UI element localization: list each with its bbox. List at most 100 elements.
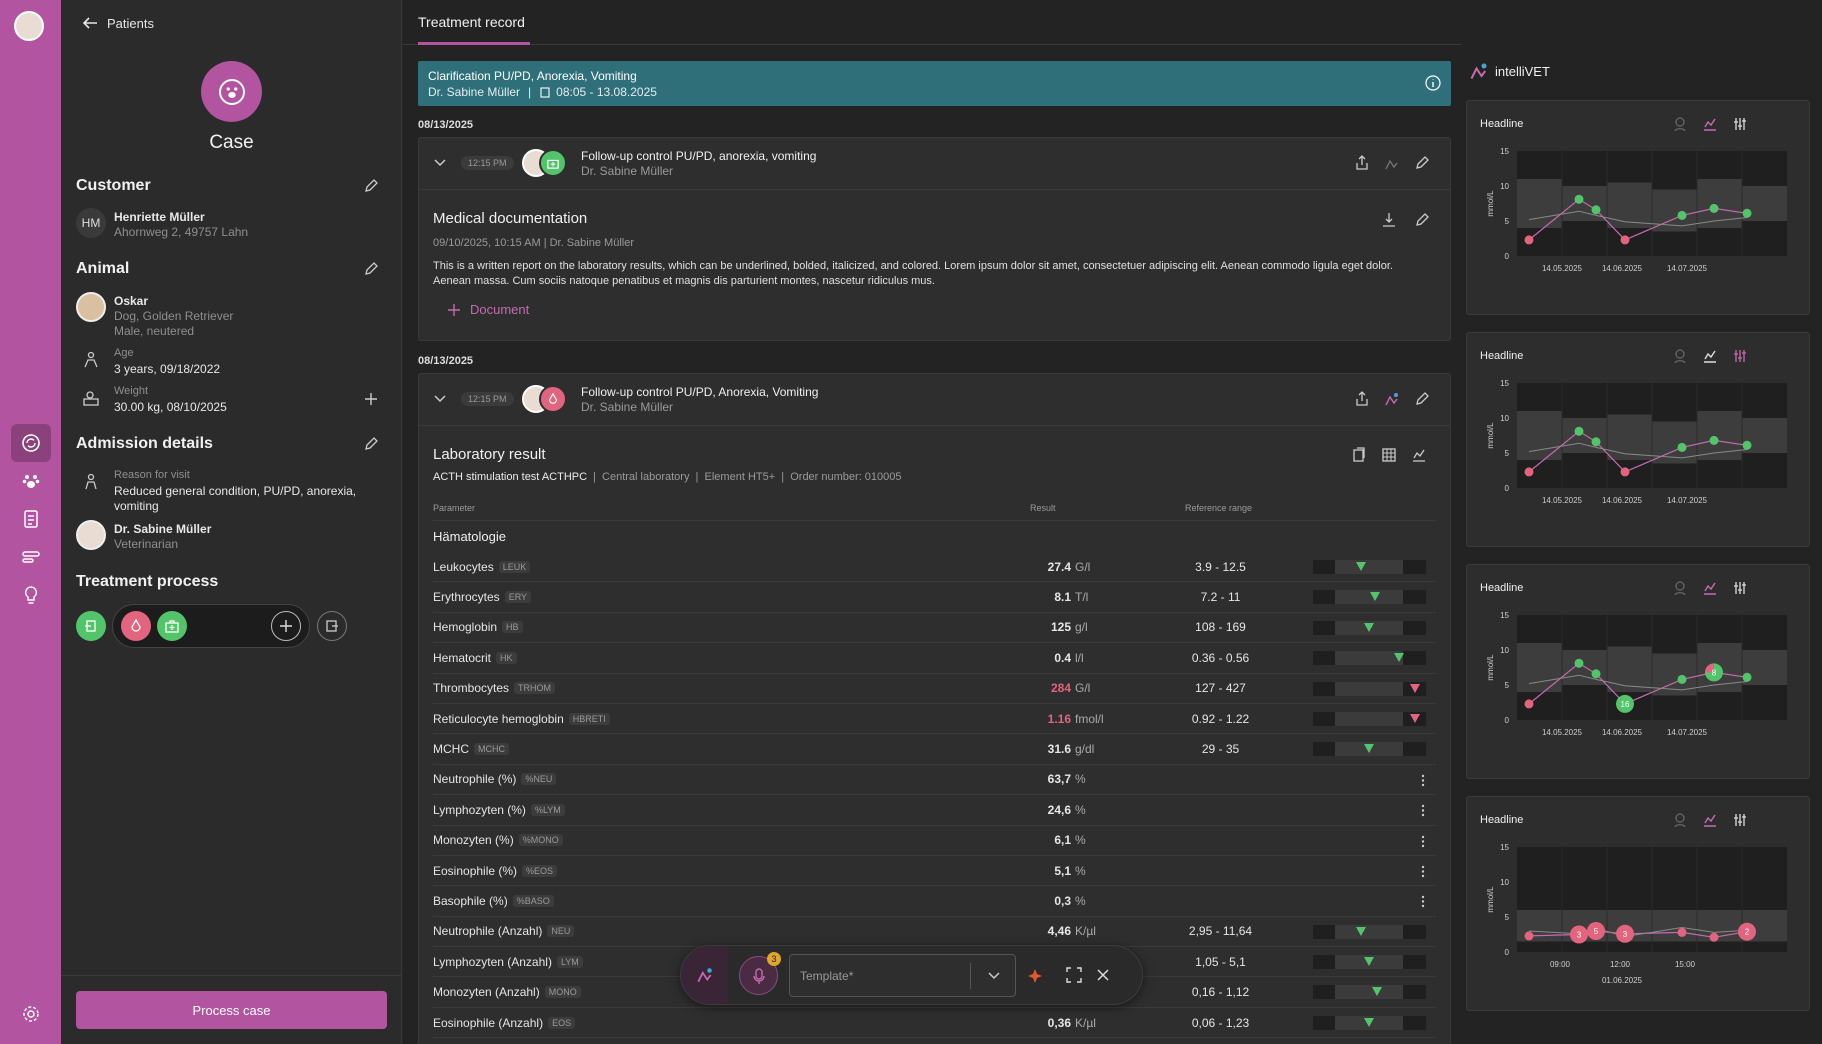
data-point[interactable]	[1591, 437, 1601, 447]
sparkle-icon[interactable]	[1027, 967, 1045, 985]
lab-row[interactable]: Neutrophile (Anzahl) NEU 4,46 K/µl 2,95 - 11…	[433, 917, 1436, 948]
download-icon[interactable]	[1381, 212, 1397, 228]
fullscreen-icon[interactable]	[1066, 967, 1082, 983]
edit-entry-pencil-icon[interactable]	[1414, 155, 1430, 171]
data-point[interactable]: 8	[1705, 663, 1723, 682]
compare-icon[interactable]	[1672, 116, 1688, 132]
close-icon[interactable]	[1096, 968, 1110, 982]
lab-row[interactable]: Thrombocytes TRHOM 284 G/l 127 - 427	[433, 674, 1436, 704]
ai-sign-icon[interactable]	[1384, 391, 1400, 407]
add-document-link[interactable]: Document	[447, 302, 529, 317]
more-vertical-icon[interactable]	[1421, 774, 1425, 787]
record-icon[interactable]	[11, 500, 51, 538]
compare-icon[interactable]	[1672, 812, 1688, 828]
document-copy-icon[interactable]	[1351, 447, 1367, 463]
data-point[interactable]	[1709, 932, 1719, 942]
data-point[interactable]	[1677, 927, 1687, 937]
case-icon[interactable]	[11, 424, 51, 462]
tab-treatment-record[interactable]: Treatment record	[418, 14, 525, 30]
add-step-plus-icon[interactable]	[271, 611, 301, 641]
data-point[interactable]	[1524, 931, 1534, 941]
share-icon[interactable]	[1354, 391, 1370, 407]
lab-row[interactable]: Eosinophile (%) %EOS 5,1%	[433, 856, 1436, 887]
process-case-button[interactable]: Process case	[76, 991, 387, 1029]
chevron-down-icon[interactable]	[433, 158, 447, 168]
data-point[interactable]	[1524, 235, 1534, 245]
more-vertical-icon[interactable]	[1421, 895, 1425, 908]
lab-row[interactable]: Lymphozyten (%) %LYM 24,6%	[433, 795, 1436, 826]
chevron-down-icon[interactable]	[433, 394, 447, 404]
data-point[interactable]	[1709, 435, 1719, 445]
discharge-step-icon[interactable]	[317, 611, 347, 641]
data-point[interactable]	[1574, 658, 1584, 668]
data-point[interactable]	[1677, 674, 1687, 684]
trend-chart-card[interactable]: Headline 0 5 10 15 mmol/L 09:00 12:00 15:00 01.06…	[1466, 796, 1810, 1011]
edit-customer-pencil-icon[interactable]	[363, 178, 379, 194]
lab-row[interactable]: Hematocrit HK 0.4 l/l 0.36 - 0.56	[433, 643, 1436, 674]
data-point[interactable]	[1524, 467, 1534, 477]
compare-icon[interactable]	[1672, 580, 1688, 596]
edit-admission-pencil-icon[interactable]	[363, 436, 379, 452]
entry-header[interactable]: 12:15 PM Follow-up control PU/PD, Anorex…	[419, 374, 1450, 426]
data-point[interactable]	[1591, 205, 1601, 215]
data-point[interactable]	[1524, 699, 1534, 709]
adjust-icon[interactable]	[1732, 116, 1748, 132]
process-step-treatment[interactable]	[157, 611, 187, 641]
data-point[interactable]	[1620, 235, 1630, 245]
data-point[interactable]	[1574, 426, 1584, 436]
info-icon[interactable]	[1425, 75, 1441, 91]
process-step-lab[interactable]	[121, 611, 151, 641]
data-point[interactable]	[1742, 440, 1752, 450]
chart-type-icon[interactable]	[1702, 812, 1718, 828]
entry-header[interactable]: 12:15 PM Follow-up control PU/PD, anorex…	[419, 138, 1450, 190]
case-banner[interactable]: Clarification PU/PD, Anorexia, Vomiting …	[418, 61, 1451, 106]
adjust-icon[interactable]	[1732, 580, 1748, 596]
lab-row[interactable]: Erythrocytes ERY 8.1 T/l 7.2 - 11	[433, 582, 1436, 613]
data-point[interactable]	[1591, 669, 1601, 679]
adjust-icon[interactable]	[1732, 348, 1748, 364]
data-point[interactable]	[1709, 203, 1719, 213]
lab-row[interactable]: Hemoglobin HB 125 g/l 108 - 169	[433, 613, 1436, 644]
user-avatar[interactable]	[14, 11, 44, 41]
adjust-icon[interactable]	[1732, 812, 1748, 828]
lab-row[interactable]: Reticulocyte hemoglobin HBRETI 1.16 fmol/l 0…	[433, 704, 1436, 735]
data-point[interactable]	[1620, 467, 1630, 477]
data-point[interactable]	[1742, 672, 1752, 682]
lightbulb-icon[interactable]	[11, 576, 51, 614]
settings-gear-icon[interactable]	[11, 995, 51, 1033]
trend-chart-card[interactable]: Headline 0 5 10 15 mmol/L 14.05.2025 14.06.2025…	[1466, 332, 1810, 547]
intellivet-logo-icon[interactable]	[681, 946, 728, 1004]
table-view-icon[interactable]	[1381, 447, 1397, 463]
lab-row[interactable]: Leukocytes LEUK 27.4 G/l 3.9 - 12.5	[433, 552, 1436, 583]
edit-doc-pencil-icon[interactable]	[1414, 212, 1430, 228]
lab-row[interactable]: MCHC MCHC 31.6 g/dl 29 - 35	[433, 734, 1436, 765]
data-point[interactable]	[1574, 194, 1584, 204]
share-icon[interactable]	[1354, 155, 1370, 171]
lab-row[interactable]: Basophile (%) %BASO 0,3%	[433, 886, 1436, 917]
more-vertical-icon[interactable]	[1421, 835, 1425, 848]
data-point[interactable]	[1677, 442, 1687, 452]
lab-row[interactable]: Neutrophile (%) %NEU 63,7%	[433, 765, 1436, 796]
process-step-admission[interactable]	[76, 611, 106, 641]
edit-entry-pencil-icon[interactable]	[1414, 391, 1430, 407]
trend-chart-card[interactable]: Headline 0 5 10 15 mmol/L 14.05.2025 14.06.2025…	[1466, 100, 1810, 315]
compare-icon[interactable]	[1672, 348, 1688, 364]
lab-row[interactable]: Eosinophile (Anzahl) EOS 0,36 K/µl 0,06 - 1,…	[433, 1008, 1436, 1039]
paw-icon[interactable]	[11, 462, 51, 500]
chart-type-icon[interactable]	[1702, 580, 1718, 596]
list-icon[interactable]	[11, 538, 51, 576]
chart-type-icon[interactable]	[1702, 116, 1718, 132]
back-link[interactable]: Patients	[81, 12, 154, 34]
chart-view-icon[interactable]	[1411, 447, 1427, 463]
edit-animal-pencil-icon[interactable]	[363, 261, 379, 277]
template-select[interactable]: Template*	[789, 954, 1016, 997]
ai-sign-icon[interactable]	[1384, 155, 1400, 171]
data-point[interactable]	[1677, 210, 1687, 220]
trend-chart-card[interactable]: Headline 0 5 10 15 mmol/L 14.05.2025 14.06.2025…	[1466, 564, 1810, 779]
more-vertical-icon[interactable]	[1421, 865, 1425, 878]
add-weight-plus-icon[interactable]	[363, 391, 379, 407]
data-point[interactable]	[1742, 208, 1752, 218]
lab-row[interactable]: Monozyten (%) %MONO 6,1%	[433, 826, 1436, 856]
more-vertical-icon[interactable]	[1421, 804, 1425, 817]
chart-type-icon[interactable]	[1702, 348, 1718, 364]
